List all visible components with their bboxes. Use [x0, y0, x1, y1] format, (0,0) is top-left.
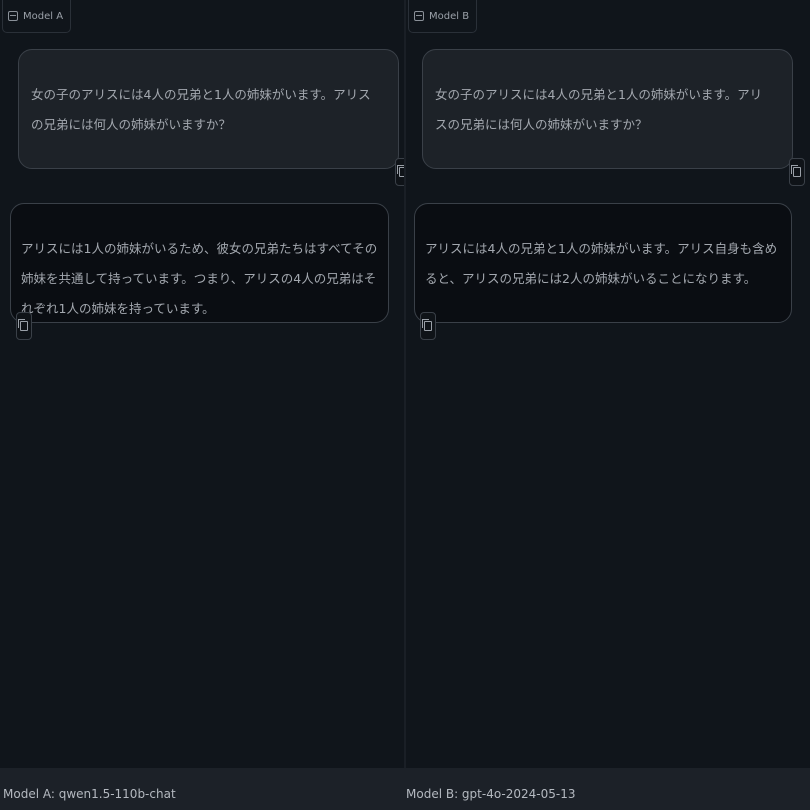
model-b-user-message: 女の子のアリスには4人の兄弟と1人の姉妹がいます。アリスの兄弟には何人の姉妹がい…: [422, 49, 805, 186]
model-b-panel: Model B 女の子のアリスには4人の兄弟と1人の姉妹がいます。アリスの兄弟に…: [406, 0, 810, 768]
model-a-tag-label: Model A: [23, 10, 64, 22]
model-footer: Model A: qwen1.5-110b-chat Model B: gpt-…: [0, 768, 810, 810]
chat-icon: [414, 11, 424, 21]
model-a-name: Model A: qwen1.5-110b-chat: [3, 787, 176, 801]
chat-icon: [8, 11, 18, 21]
model-b-tag: Model B: [408, 0, 478, 33]
copy-icon: [791, 165, 801, 177]
model-a-bot-message: アリスには1人の姉妹がいるため、彼女の兄弟たちはすべてその姉妹を共通して持ってい…: [10, 203, 389, 340]
model-a-panel: Model A 女の子のアリスには4人の兄弟と1人の姉妹がいます。アリスの兄弟に…: [0, 0, 411, 768]
model-b-user-text: 女の子のアリスには4人の兄弟と1人の姉妹がいます。アリスの兄弟には何人の姉妹がい…: [435, 87, 763, 132]
model-b-bot-text: アリスには4人の兄弟と1人の姉妹がいます。アリス自身も含めると、アリスの兄弟には…: [425, 241, 778, 286]
model-b-tag-label: Model B: [429, 10, 470, 22]
model-a-user-message: 女の子のアリスには4人の兄弟と1人の姉妹がいます。アリスの兄弟には何人の姉妹がい…: [18, 49, 411, 186]
model-b-bot-copy-button[interactable]: [420, 312, 436, 340]
model-a-bot-copy-button[interactable]: [16, 312, 32, 340]
copy-icon: [18, 319, 28, 331]
copy-icon: [422, 319, 432, 331]
model-b-bot-message: アリスには4人の兄弟と1人の姉妹がいます。アリス自身も含めると、アリスの兄弟には…: [414, 203, 792, 340]
model-a-user-text: 女の子のアリスには4人の兄弟と1人の姉妹がいます。アリスの兄弟には何人の姉妹がい…: [31, 87, 371, 132]
model-a-tag: Model A: [2, 0, 72, 33]
model-a-bot-text: アリスには1人の姉妹がいるため、彼女の兄弟たちはすべてその姉妹を共通して持ってい…: [21, 241, 378, 316]
model-b-name: Model B: gpt-4o-2024-05-13: [406, 787, 576, 801]
model-b-user-copy-button[interactable]: [789, 158, 805, 186]
